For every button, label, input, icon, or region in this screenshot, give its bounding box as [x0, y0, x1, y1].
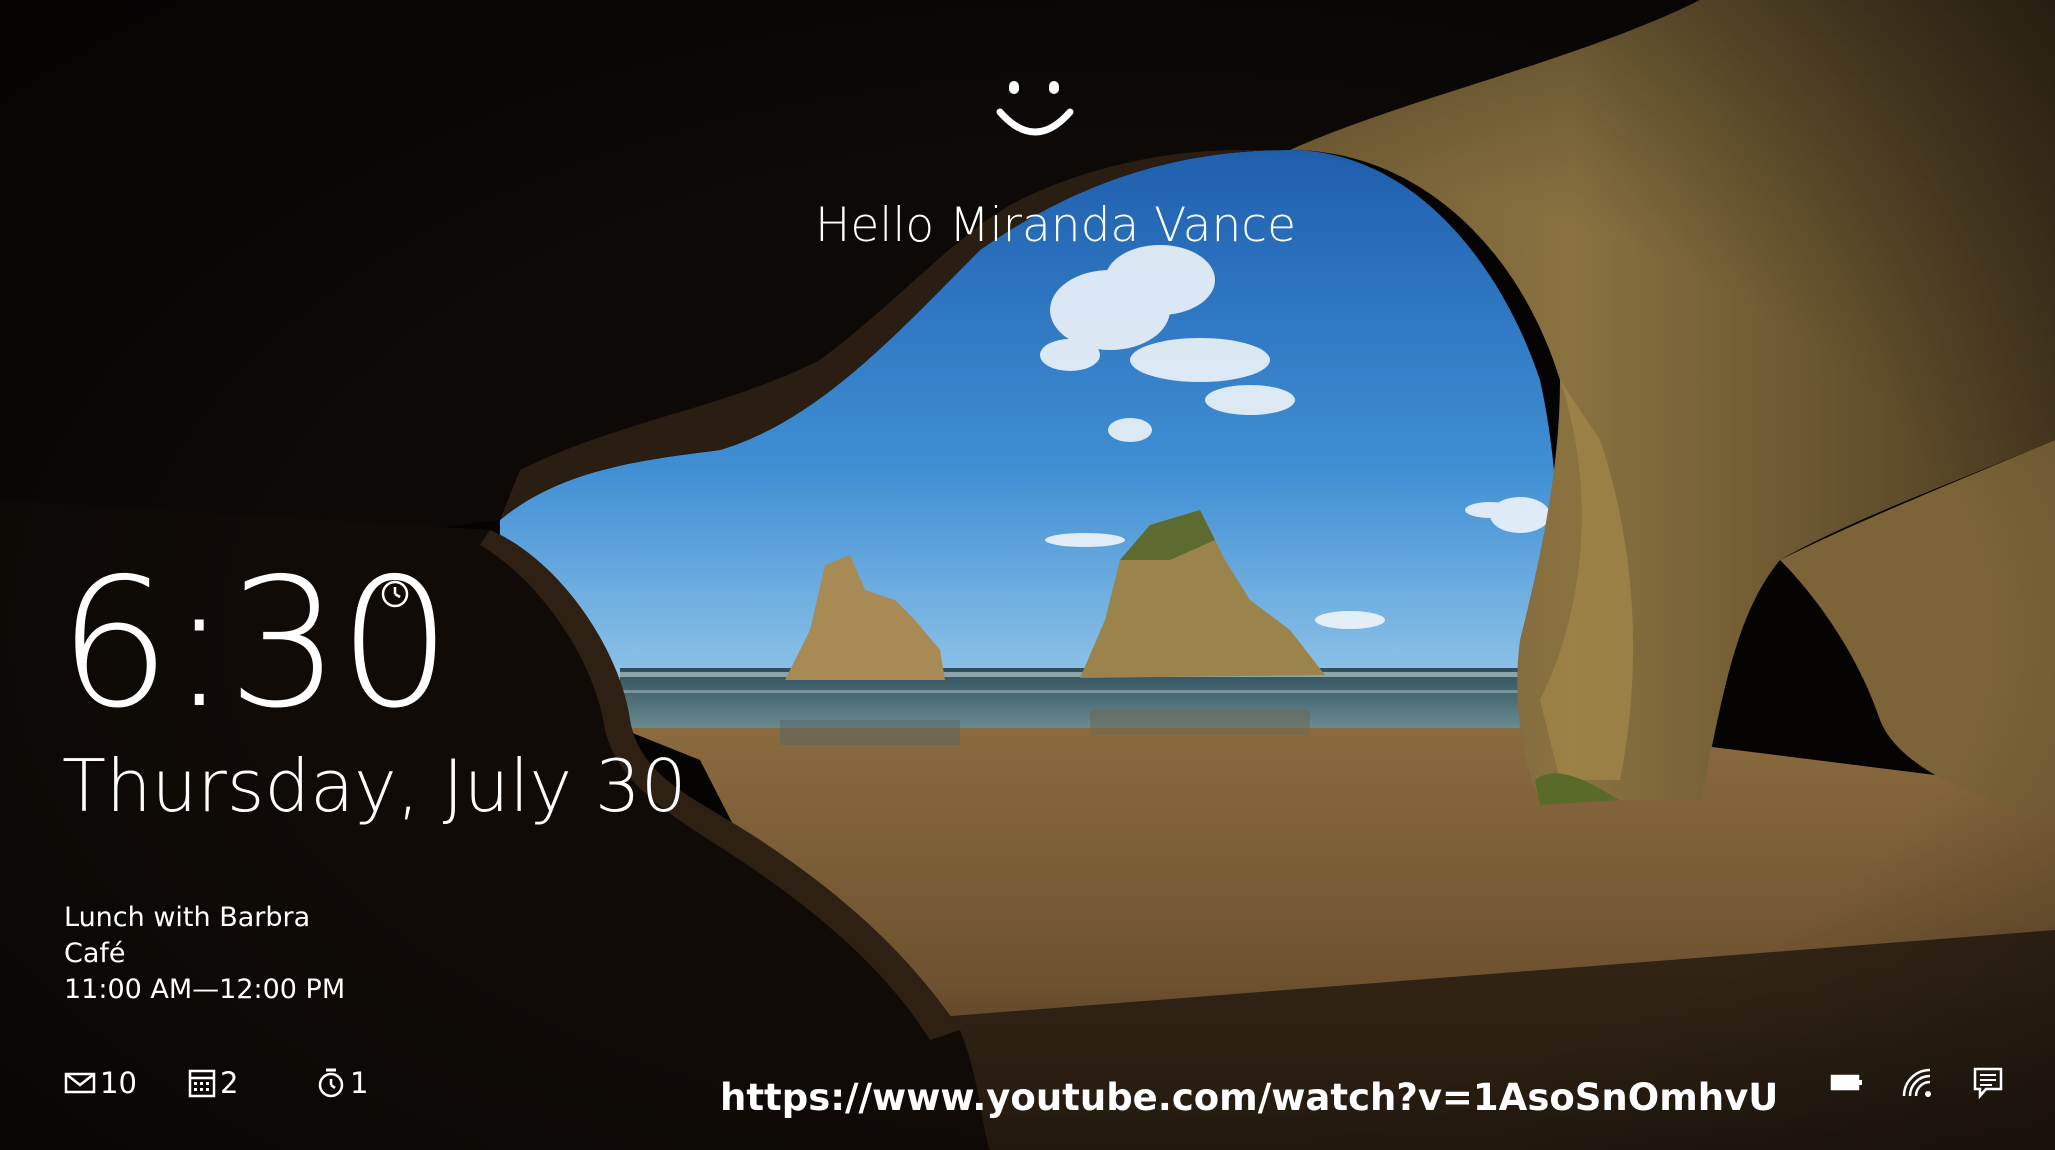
mail-count: 10 [100, 1066, 137, 1100]
event-location: Café [64, 938, 126, 969]
alarm-count: 1 [350, 1066, 369, 1100]
event-time: 11:00 AM—12:00 PM [64, 974, 346, 1005]
windows-hello-face-icon [996, 81, 1074, 136]
calendar-badge: 2 [188, 1063, 238, 1103]
calendar-icon [188, 1069, 216, 1098]
date-text: Thursday, July 30 [62, 744, 687, 828]
event-title: Lunch with Barbra [64, 902, 311, 933]
wifi-icon[interactable] [1900, 1066, 1934, 1100]
battery-icon[interactable] [1830, 1072, 1864, 1092]
alarm-badge: 1 [316, 1063, 368, 1103]
mail-badge: 10 [64, 1063, 137, 1103]
calendar-count: 2 [220, 1066, 239, 1100]
notification-icon[interactable] [1972, 1066, 2004, 1100]
mail-icon [64, 1072, 96, 1094]
lock-screen[interactable]: Hello Miranda Vance 6:30 Thursday, July … [0, 0, 2055, 1150]
greeting-text: Hello Miranda Vance [815, 198, 1297, 253]
alarm-icon [318, 1068, 344, 1098]
video-url-overlay: https://www.youtube.com/watch?v=1AsoSnOm… [720, 1076, 1779, 1119]
alarm-icon [381, 574, 409, 608]
